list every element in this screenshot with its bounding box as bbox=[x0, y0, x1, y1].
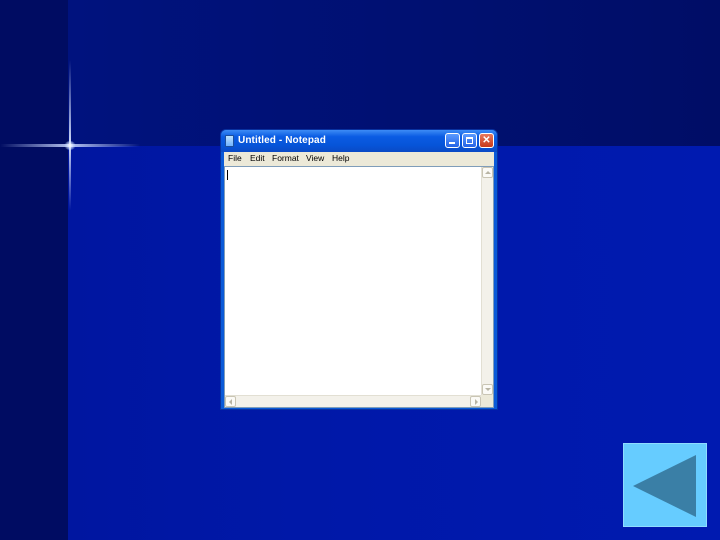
text-caret bbox=[227, 170, 228, 180]
close-icon: ✕ bbox=[482, 135, 491, 146]
notepad-window[interactable]: Untitled - Notepad ✕ File Edit Format Vi… bbox=[220, 129, 498, 410]
scroll-down-button[interactable] bbox=[482, 384, 493, 395]
menu-bar: File Edit Format View Help bbox=[224, 152, 494, 166]
left-band bbox=[0, 0, 68, 540]
sparkle-icon bbox=[64, 141, 76, 150]
top-band bbox=[68, 0, 720, 146]
close-button[interactable]: ✕ bbox=[479, 133, 494, 148]
menu-view[interactable]: View bbox=[306, 153, 324, 163]
back-arrow-icon bbox=[633, 455, 696, 517]
menu-file[interactable]: File bbox=[228, 153, 242, 163]
slide-background: Untitled - Notepad ✕ File Edit Format Vi… bbox=[0, 0, 720, 540]
scroll-up-button[interactable] bbox=[482, 167, 493, 178]
arrow-up-icon bbox=[485, 171, 491, 174]
arrow-left-icon bbox=[229, 399, 232, 405]
title-bar[interactable]: Untitled - Notepad ✕ bbox=[221, 130, 497, 152]
text-editor[interactable] bbox=[224, 166, 494, 408]
arrow-right-icon bbox=[475, 399, 478, 405]
notepad-icon[interactable] bbox=[225, 135, 234, 147]
size-grip[interactable] bbox=[481, 395, 493, 407]
window-title: Untitled - Notepad bbox=[238, 135, 326, 146]
scroll-right-button[interactable] bbox=[470, 396, 481, 407]
menu-edit[interactable]: Edit bbox=[250, 153, 265, 163]
minimize-icon bbox=[449, 142, 455, 144]
scroll-left-button[interactable] bbox=[225, 396, 236, 407]
arrow-down-icon bbox=[485, 388, 491, 391]
menu-format[interactable]: Format bbox=[272, 153, 299, 163]
vertical-scrollbar[interactable] bbox=[481, 167, 493, 395]
minimize-button[interactable] bbox=[445, 133, 460, 148]
sparkle-vertical bbox=[69, 60, 71, 210]
maximize-icon bbox=[466, 137, 473, 144]
menu-help[interactable]: Help bbox=[332, 153, 349, 163]
back-button[interactable] bbox=[623, 443, 707, 527]
maximize-button[interactable] bbox=[462, 133, 477, 148]
horizontal-scrollbar[interactable] bbox=[225, 395, 481, 407]
